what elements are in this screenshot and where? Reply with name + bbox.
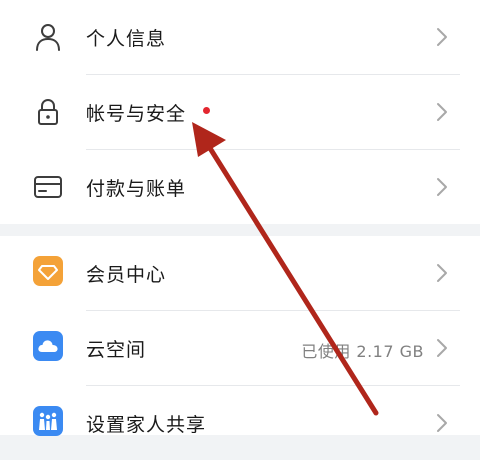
payment-billing-label: 付款与账单 — [86, 178, 187, 200]
personal-info-row[interactable]: 个人信息 — [0, 0, 480, 74]
cloud-icon — [33, 331, 63, 361]
services-card: 会员中心 云空间 已使用 2.17 GB 设置家人共享 — [0, 236, 480, 436]
member-center-row[interactable]: 会员中心 — [0, 236, 480, 310]
member-center-label: 会员中心 — [86, 264, 167, 286]
chevron-right-icon — [437, 414, 447, 432]
family-sharing-label: 设置家人共享 — [86, 414, 207, 436]
lock-icon — [33, 97, 63, 127]
chevron-right-icon — [437, 103, 447, 121]
diamond-icon — [33, 256, 63, 286]
account-security-row[interactable]: 帐号与安全 — [0, 75, 480, 149]
payment-billing-row[interactable]: 付款与账单 — [0, 150, 480, 224]
chevron-right-icon — [437, 339, 447, 357]
family-icon — [33, 406, 63, 436]
notification-dot — [203, 107, 210, 114]
card-icon — [33, 172, 63, 202]
personal-info-label: 个人信息 — [86, 28, 167, 50]
person-icon — [33, 22, 63, 52]
chevron-right-icon — [437, 178, 447, 196]
chevron-right-icon — [437, 28, 447, 46]
storage-used-value: 已使用 2.17 GB — [301, 342, 424, 361]
cloud-storage-label: 云空间 — [86, 339, 147, 361]
account-security-label: 帐号与安全 — [86, 103, 187, 125]
chevron-right-icon — [437, 264, 447, 282]
family-sharing-row[interactable]: 设置家人共享 — [0, 386, 480, 460]
account-settings-card: 个人信息 帐号与安全 付款与账单 — [0, 0, 480, 224]
cloud-storage-row[interactable]: 云空间 已使用 2.17 GB — [0, 311, 480, 385]
